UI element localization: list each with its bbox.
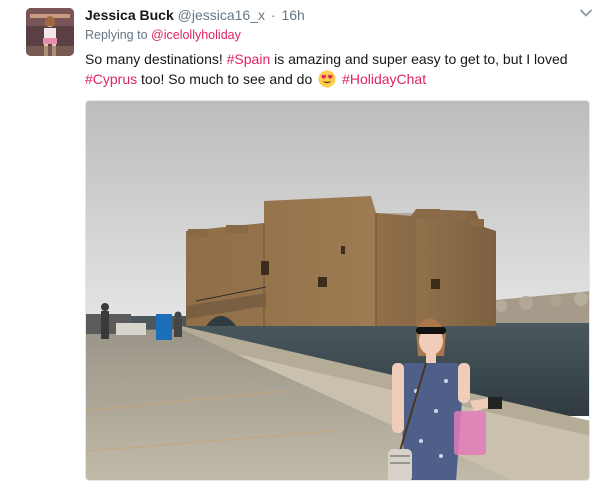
replying-to-link[interactable]: @icelollyholiday xyxy=(151,28,241,42)
replying-to: Replying to @icelollyholiday xyxy=(85,28,241,42)
tweet-text-part: is amazing and super easy to get to, but… xyxy=(270,51,568,67)
author-name[interactable]: Jessica Buck xyxy=(85,7,174,23)
hashtag-holidaychat[interactable]: #HolidayChat xyxy=(342,71,426,87)
replying-prefix: Replying to xyxy=(85,28,148,42)
tweet-text-part: too! So much to see and do xyxy=(137,71,317,87)
timestamp[interactable]: 16h xyxy=(281,7,304,23)
tweet-photo[interactable] xyxy=(85,100,590,481)
separator: · xyxy=(270,7,276,23)
tweet-header: Jessica Buck @jessica16_x · 16h xyxy=(85,6,305,24)
hashtag-spain[interactable]: #Spain xyxy=(227,51,271,67)
tweet-text-part: So many destinations! xyxy=(85,51,227,67)
tweet: Jessica Buck @jessica16_x · 16h Replying… xyxy=(0,0,615,494)
author-handle[interactable]: @jessica16_x xyxy=(178,7,265,23)
hashtag-cyprus[interactable]: #Cyprus xyxy=(85,71,137,87)
avatar[interactable] xyxy=(26,8,74,56)
chevron-down-icon[interactable] xyxy=(578,6,594,22)
tweet-text: So many destinations! #Spain is amazing … xyxy=(85,49,600,89)
heart-eyes-emoji-icon xyxy=(318,70,336,88)
